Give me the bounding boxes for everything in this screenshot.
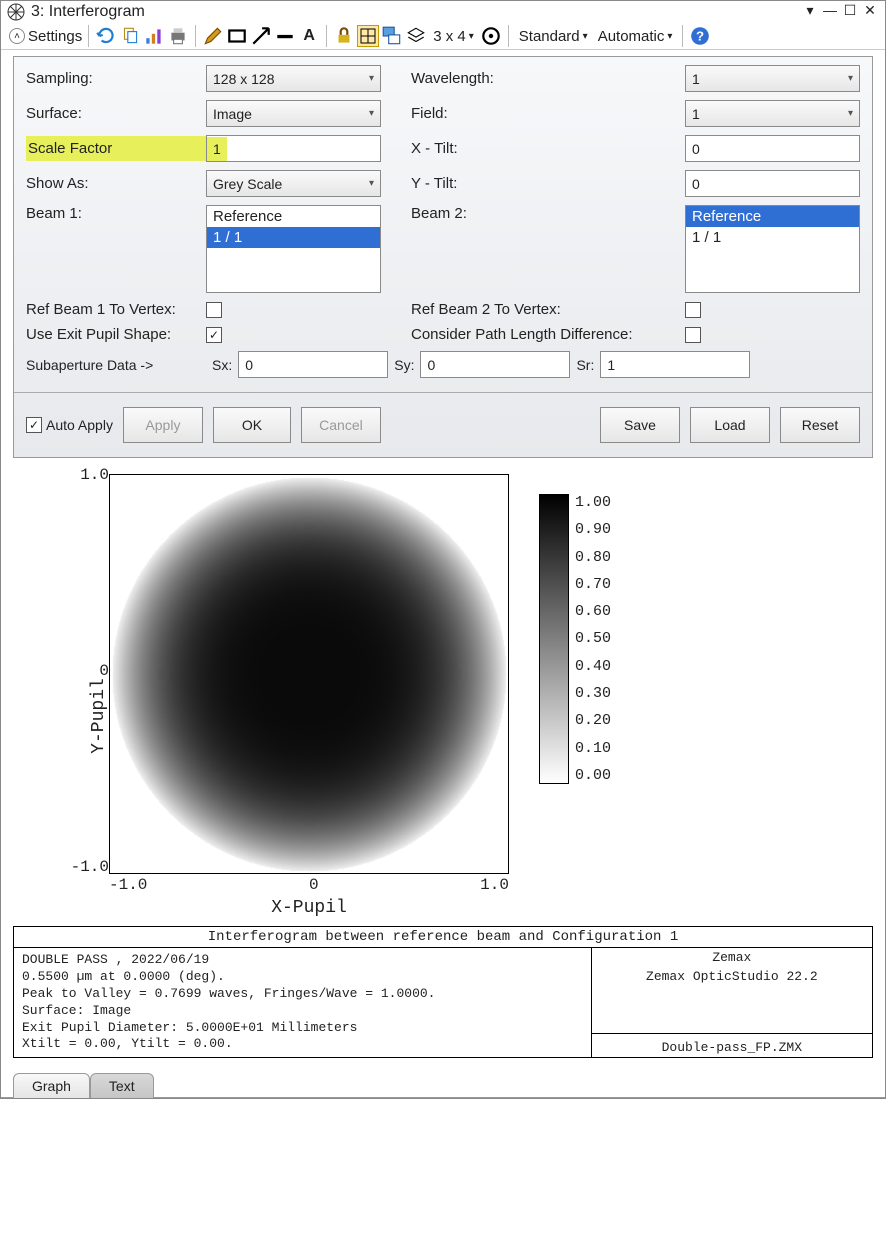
sy-input[interactable]: 0 [420,351,570,378]
lock-icon[interactable] [333,25,355,47]
y-ticks: 1.0 0 -1.0 [69,466,109,866]
field-label: Field: [411,105,685,122]
beam1-list[interactable]: Reference 1 / 1 [206,205,381,293]
colorbar-gradient [539,494,569,784]
svg-text:?: ? [696,28,704,43]
sr-label: Sr: [576,357,594,373]
settings-panel: Sampling: 128 x 128▾ Wavelength: 1▾ Surf… [13,56,873,458]
beam1-label: Beam 1: [26,205,206,222]
refbeam2-label: Ref Beam 2 To Vertex: [411,301,685,318]
refresh-icon[interactable] [95,25,117,47]
colorbar-ticks: 1.00 0.90 0.80 0.70 0.60 0.50 0.40 0.30 … [575,494,611,784]
reset-button[interactable]: Reset [780,407,860,443]
sx-input[interactable]: 0 [238,351,388,378]
useexit-label: Use Exit Pupil Shape: [26,326,206,343]
zoom-level[interactable]: 3 x 4▾ [429,28,478,45]
colorbar: 1.00 0.90 0.80 0.70 0.60 0.50 0.40 0.30 … [539,494,611,918]
settings-label: Settings [28,28,82,45]
ytilt-label: Y - Tilt: [411,175,685,192]
sampling-label: Sampling: [26,70,206,87]
tab-graph[interactable]: Graph [13,1073,90,1098]
layers-icon[interactable] [405,25,427,47]
list-item[interactable]: 1 / 1 [207,227,380,248]
info-left: DOUBLE PASS , 2022/06/19 0.5500 µm at 0.… [14,948,591,1057]
sampling-select[interactable]: 128 x 128▾ [206,65,381,92]
info-title: Interferogram between reference beam and… [14,927,872,948]
rect-icon[interactable] [226,25,248,47]
pencil-icon[interactable] [202,25,224,47]
scale-label: Scale Factor [26,136,206,161]
beam2-list[interactable]: Reference 1 / 1 [685,205,860,293]
dropdown-icon[interactable]: ▾ [801,3,819,21]
x-axis-label: X-Pupil [109,898,509,918]
help-icon[interactable]: ? [689,25,711,47]
x-ticks: -1.0 0 1.0 [109,876,509,894]
print-icon[interactable] [167,25,189,47]
beam2-label: Beam 2: [411,205,685,222]
copy-icon[interactable] [119,25,141,47]
autoapply-label[interactable]: ✓ Auto Apply [26,417,113,433]
consider-label: Consider Path Length Difference: [411,326,685,343]
apply-button[interactable]: Apply [123,407,203,443]
sy-label: Sy: [394,357,414,373]
tabs: Graph Text [13,1072,885,1097]
mode-standard[interactable]: Standard▾ [515,28,592,45]
maximize-icon[interactable]: ☐ [841,3,859,21]
xtilt-input[interactable]: 0 [685,135,860,162]
text-icon[interactable]: A [298,25,320,47]
ytilt-input[interactable]: 0 [685,170,860,197]
refbeam1-checkbox[interactable] [206,302,222,318]
surface-label: Surface: [26,105,206,122]
chart-icon[interactable] [143,25,165,47]
useexit-checkbox[interactable]: ✓ [206,327,222,343]
showas-label: Show As: [26,175,206,192]
toolbar: ˄ Settings A 3 x 4▾ Standard▾ Automatic▾… [1,23,885,50]
field-select[interactable]: 1▾ [685,100,860,127]
xtilt-label: X - Tilt: [411,140,685,157]
list-item[interactable]: Reference [686,206,859,227]
load-button[interactable]: Load [690,407,770,443]
minimize-icon[interactable]: — [821,3,839,21]
settings-toggle[interactable]: ˄ Settings [9,28,82,45]
sr-input[interactable]: 1 [600,351,750,378]
app-icon [7,3,25,21]
arrow-icon[interactable] [250,25,272,47]
wavelength-select[interactable]: 1▾ [685,65,860,92]
surface-select[interactable]: Image▾ [206,100,381,127]
info-box: Interferogram between reference beam and… [13,926,873,1058]
chevron-up-icon: ˄ [9,28,25,44]
grid-view-icon[interactable] [357,25,379,47]
subap-label: Subaperture Data -> [26,357,206,373]
cancel-button[interactable]: Cancel [301,407,381,443]
list-item[interactable]: Reference [207,206,380,227]
refbeam2-checkbox[interactable] [685,302,701,318]
tab-text[interactable]: Text [90,1073,154,1098]
info-right: Zemax Zemax OpticStudio 22.2 Double-pass… [591,948,872,1057]
line-icon[interactable] [274,25,296,47]
showas-select[interactable]: Grey Scale▾ [206,170,381,197]
titlebar: 3: Interferogram ▾ — ☐ ✕ [1,1,885,23]
ok-button[interactable]: OK [213,407,291,443]
interferogram-plot [109,474,509,874]
refbeam1-label: Ref Beam 1 To Vertex: [26,301,206,318]
window-title: 3: Interferogram [31,3,145,21]
autoapply-checkbox[interactable]: ✓ [26,417,42,433]
consider-checkbox[interactable] [685,327,701,343]
save-button[interactable]: Save [600,407,680,443]
wavelength-label: Wavelength: [411,70,685,87]
close-icon[interactable]: ✕ [861,3,879,21]
scale-input[interactable]: 1 [206,135,381,162]
chart-area: Y-Pupil 1.0 0 -1.0 -1.0 0 1.0 X-Pupil [1,464,885,922]
target-icon[interactable] [480,25,502,47]
mode-automatic[interactable]: Automatic▾ [594,28,677,45]
list-item[interactable]: 1 / 1 [686,227,859,248]
sx-label: Sx: [212,357,232,373]
windows-icon[interactable] [381,25,403,47]
